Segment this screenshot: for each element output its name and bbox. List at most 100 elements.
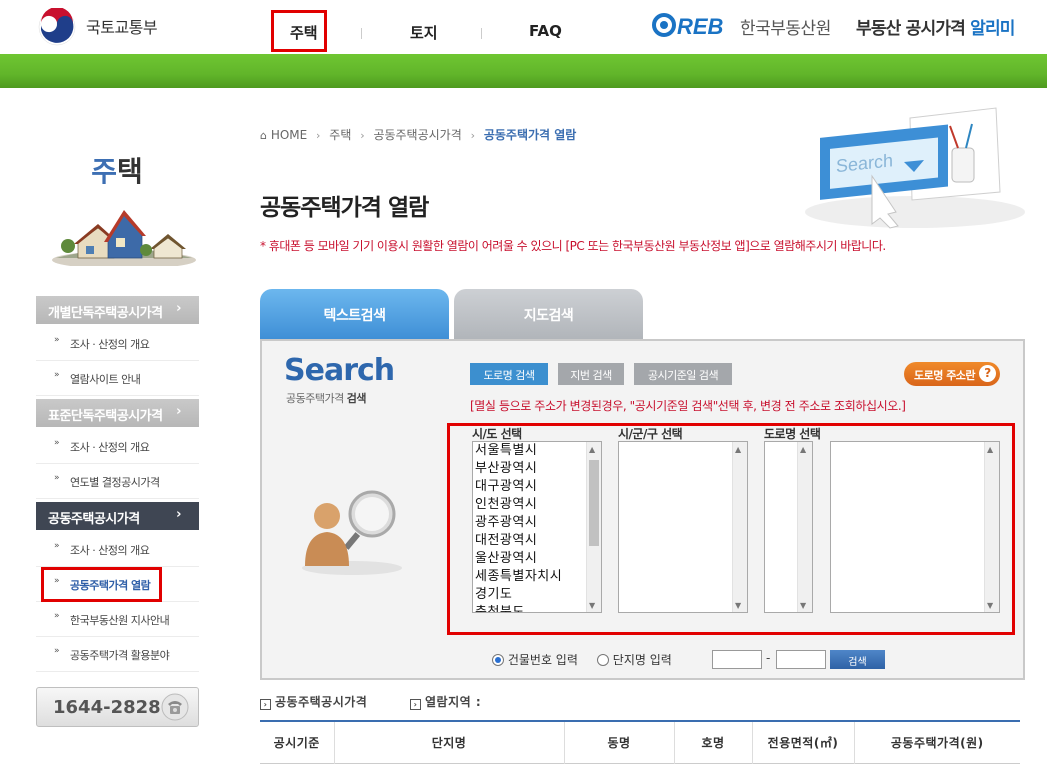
breadcrumb-separator: › (316, 129, 321, 142)
tab-text-search[interactable]: 텍스트검색 (260, 289, 449, 339)
arrow-box-icon: › (410, 699, 421, 710)
svg-text:REB: REB (677, 14, 724, 38)
sigungu-label: 시/군/구 선택 (618, 427, 683, 441)
double-chevron-icon: » (54, 646, 60, 656)
radio-complex-name-label[interactable]: 단지명 입력 (613, 653, 672, 667)
road-initial-listbox[interactable]: ▲ ▼ (764, 441, 813, 613)
search-logo: Search (284, 353, 395, 388)
sido-option[interactable]: 경기도 (473, 586, 601, 604)
road-name-listbox[interactable]: ▲ ▼ (830, 441, 1000, 613)
sidebar-item-yearly-prices[interactable]: » 연도별 결정공시가격 (36, 464, 199, 499)
reb-logo-icon[interactable]: REB (652, 12, 736, 38)
scroll-thumb[interactable] (589, 460, 599, 546)
phone-number: 1644-2828 (53, 697, 161, 718)
telephone-icon (161, 693, 189, 721)
ministry-logo-icon[interactable] (38, 8, 76, 46)
search-subtitle: 공동주택가격 검색 (286, 390, 366, 406)
scrollbar[interactable]: ▲ ▼ (732, 442, 747, 612)
scrollbar[interactable]: ▲ ▼ (797, 442, 812, 612)
search-panel: Search 공동주택가격 검색 도로명 검색 지번 검색 공시기준일 검색 도… (260, 339, 1025, 680)
scroll-up-icon[interactable]: ▲ (735, 445, 741, 454)
breadcrumb-separator: › (470, 129, 475, 142)
service-name-main: 부동산 공시가격 (856, 19, 966, 39)
sidebar-item-branch-info[interactable]: » 한국부동산원 지사안내 (36, 602, 199, 637)
double-chevron-icon: » (54, 370, 60, 380)
search-warning: [멸실 등으로 주소가 변경된경우, "공시기준일 검색"선택 후, 변경 전 … (470, 399, 906, 413)
sido-option[interactable]: 광주광역시 (473, 514, 601, 532)
search-subtitle-normal: 공동주택가격 (286, 392, 344, 405)
sido-option[interactable]: 울산광역시 (473, 550, 601, 568)
result-region-label: › 열람지역 : (410, 693, 481, 710)
breadcrumb: ⌂ HOME › 주택 › 공동주택공시가격 › 공동주택가격 열람 (260, 126, 576, 143)
sidebar-item-individual-overview[interactable]: » 조사 · 산정의 개요 (36, 326, 199, 361)
sidebar-group-standard-house[interactable]: 표준단독주택공시가격 › (36, 399, 199, 427)
sido-option[interactable]: 서울특별시 (473, 442, 601, 460)
sigungu-listbox[interactable]: ▲ ▼ (618, 441, 748, 613)
sidebar-item-view-site[interactable]: » 열람사이트 안내 (36, 361, 199, 396)
column-building: 동명 (563, 721, 674, 763)
sido-listbox[interactable]: 서울특별시 부산광역시 대구광역시 인천광역시 광주광역시 대전광역시 울산광역… (472, 441, 602, 613)
breadcrumb-housing[interactable]: 주택 (329, 128, 351, 142)
search-subtitle-bold: 검색 (346, 392, 367, 405)
building-number-input-main[interactable] (712, 650, 762, 669)
home-icon[interactable]: ⌂ (260, 129, 267, 142)
gnb-faq[interactable]: FAQ (529, 22, 562, 40)
sidebar-item-label: 공동주택가격 활용분야 (70, 649, 170, 662)
result-price-label: › 공동주택공시가격 (260, 693, 367, 710)
radio-building-number-label[interactable]: 건물번호 입력 (508, 653, 578, 667)
tab-map-search[interactable]: 지도검색 (454, 289, 643, 339)
breadcrumb-current: 공동주택가격 열람 (483, 128, 577, 142)
sidebar-item-label: 연도별 결정공시가격 (70, 476, 160, 489)
column-base-date: 공시기준 (260, 721, 334, 763)
highlight-box-sidebar (41, 567, 162, 602)
sido-option[interactable]: 세종특별자치시 (473, 568, 601, 586)
sidebar-item-standard-overview[interactable]: » 조사 · 산정의 개요 (36, 429, 199, 464)
sido-option[interactable]: 충청북도 (473, 604, 601, 612)
base-date-search-button[interactable]: 공시기준일 검색 (634, 363, 732, 385)
scroll-up-icon[interactable]: ▲ (987, 445, 993, 454)
service-name-accent: 알리미 (970, 19, 1015, 39)
sido-option[interactable]: 대구광역시 (473, 478, 601, 496)
scrollbar[interactable]: ▲ ▼ (586, 442, 601, 612)
breadcrumb-apartment[interactable]: 공동주택공시가격 (373, 128, 461, 142)
reb-name[interactable]: 한국부동산원 (740, 14, 831, 39)
radio-building-number[interactable] (492, 654, 504, 666)
ministry-name[interactable]: 국토교통부 (86, 14, 158, 38)
building-number-input-sub[interactable] (776, 650, 826, 669)
road-address-info-button[interactable]: 도로명 주소란 ? (904, 362, 1000, 386)
scroll-down-icon[interactable]: ▼ (735, 601, 741, 610)
column-complex-name: 단지명 (333, 721, 564, 763)
scrollbar[interactable]: ▲ ▼ (984, 442, 999, 612)
houses-illustration (52, 210, 196, 266)
question-icon: ? (979, 365, 996, 382)
gnb-land[interactable]: 토지 (410, 22, 438, 43)
sido-option[interactable]: 부산광역시 (473, 460, 601, 478)
lot-number-search-button[interactable]: 지번 검색 (558, 363, 624, 385)
scroll-up-icon[interactable]: ▲ (589, 445, 595, 454)
sidebar-item-label: 열람사이트 안내 (70, 373, 141, 386)
scroll-down-icon[interactable]: ▼ (987, 601, 993, 610)
scroll-up-icon[interactable]: ▲ (800, 445, 806, 454)
page-title: 공동주택가격 열람 (260, 195, 429, 221)
breadcrumb-home[interactable]: HOME (271, 128, 307, 142)
person-magnifier-illustration (302, 490, 402, 575)
scroll-down-icon[interactable]: ▼ (800, 601, 806, 610)
gnb-divider (481, 28, 482, 39)
radio-complex-name[interactable] (596, 654, 609, 666)
sidebar-group-apartment[interactable]: 공동주택공시가격 › (36, 502, 199, 530)
road-label: 도로명 선택 (764, 427, 821, 441)
double-chevron-icon: » (54, 473, 60, 483)
sidebar-group-label: 공동주택공시가격 (48, 512, 140, 527)
scroll-down-icon[interactable]: ▼ (589, 601, 595, 610)
sido-option[interactable]: 인천광역시 (473, 496, 601, 514)
service-name[interactable]: 부동산 공시가격 알리미 (856, 14, 1015, 39)
chevron-right-icon: › (176, 404, 181, 419)
sidebar-item-usage[interactable]: » 공동주택가격 활용분야 (36, 637, 199, 672)
sidebar-item-apartment-overview[interactable]: » 조사 · 산정의 개요 (36, 532, 199, 567)
sidebar-item-label: 한국부동산원 지사안내 (70, 614, 170, 627)
road-name-search-button[interactable]: 도로명 검색 (470, 363, 548, 385)
sido-option[interactable]: 대전광역시 (473, 532, 601, 550)
table-header-row: 공시기준 단지명 동명 호명 전용면적(㎡) 공동주택가격(원) (260, 721, 1020, 763)
search-button[interactable]: 검색 (830, 650, 885, 669)
sidebar-group-individual-house[interactable]: 개별단독주택공시가격 › (36, 296, 199, 324)
